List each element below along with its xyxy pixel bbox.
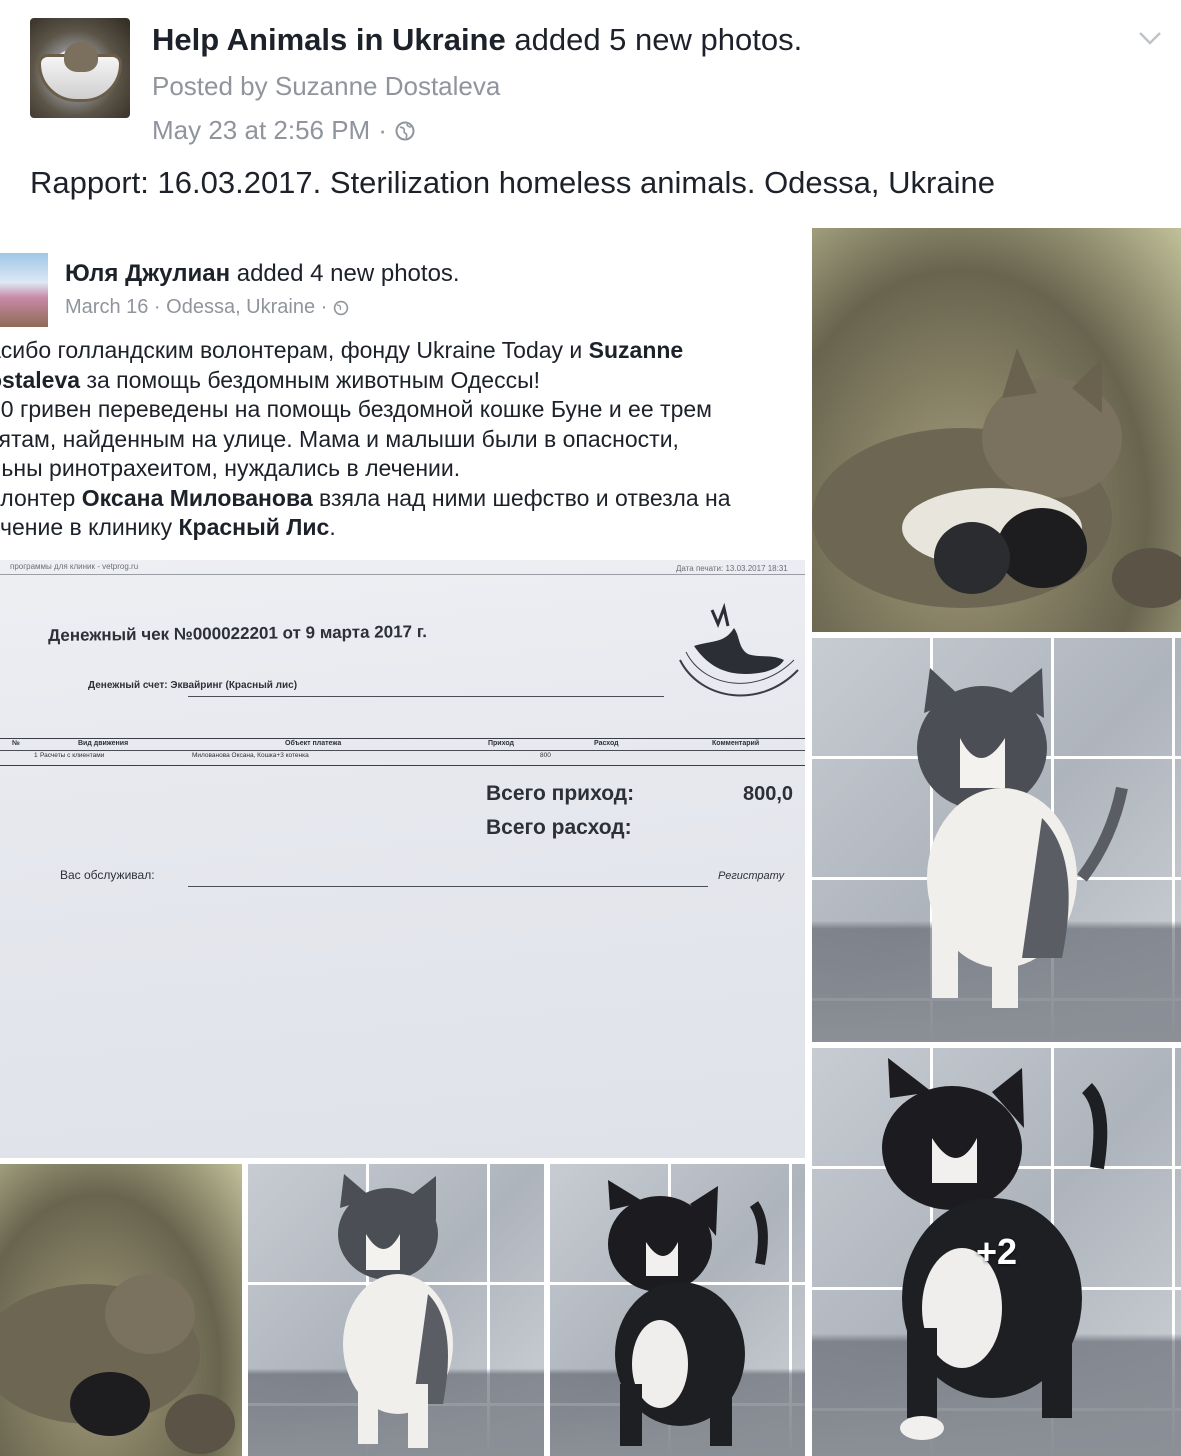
row-num: 1: [34, 752, 38, 759]
row-type: Расчеты с клиентами: [40, 752, 105, 759]
photo-cat-family-small[interactable]: [0, 1164, 242, 1456]
more-photos-count[interactable]: +2: [812, 1048, 1181, 1456]
shared-date-location: March 16 · Odessa, Ukraine ·: [65, 296, 328, 318]
col-object: Объект платежа: [285, 740, 342, 747]
clinic-logo-stamp: [679, 602, 799, 697]
served-by-label: Вас обслуживал:: [60, 868, 155, 882]
chevron-down-icon[interactable]: [1137, 28, 1163, 48]
shared-post-text: асибо голландским волонтерам, фонду Ukra…: [0, 336, 805, 543]
receipt-table-divider: [0, 750, 805, 751]
shared-text-line: ечение в клинику Красный Лис.: [0, 514, 336, 540]
total-expense-label: Всего расход:: [486, 816, 632, 839]
grey-kitten-illustration: [917, 668, 1128, 1008]
receipt-document: программы для клиник - vetprog.ru Дата п…: [0, 560, 805, 1158]
page-name-link[interactable]: Help Animals in Ukraine: [152, 22, 506, 57]
post-header: Help Animals in Ukraine added 5 new phot…: [0, 0, 1181, 220]
col-income: Приход: [488, 740, 514, 747]
post-text: Rapport: 16.03.2017. Sterilization homel…: [30, 165, 995, 200]
photo-grey-kitten-meowing[interactable]: [248, 1164, 544, 1456]
posted-by[interactable]: Posted by Suzanne Dostaleva: [152, 71, 500, 102]
total-income-label: Всего приход:: [486, 782, 635, 805]
cat-family-illustration: [812, 228, 1181, 632]
col-comment: Комментарий: [712, 740, 760, 747]
receipt-account: Денежный счет: Эквайринг (Красный лис): [88, 680, 298, 691]
photo-black-kitten-standing[interactable]: [550, 1164, 805, 1456]
post-title: Help Animals in Ukraine added 5 new phot…: [152, 22, 802, 58]
served-by-underline: [188, 886, 708, 887]
shared-text-line: асибо голландским волонтерам, фонду Ukra…: [0, 337, 684, 363]
black-kitten-standing-illustration: [608, 1180, 768, 1446]
col-expense: Расход: [594, 740, 619, 747]
shared-post-meta: March 16 · Odessa, Ukraine ·: [65, 296, 349, 319]
page-avatar[interactable]: [30, 18, 130, 118]
globe-icon: [334, 300, 349, 315]
shared-text-line: тятам, найденным на улице. Мама и малыши…: [0, 425, 679, 452]
photo-mother-cat-with-kittens[interactable]: [812, 228, 1181, 632]
post-timestamp[interactable]: May 23 at 2:56 PM: [152, 115, 370, 146]
shared-post-title: Юля Джулиан added 4 new photos.: [65, 260, 460, 288]
shared-text-line: олонтер Оксана Милованова взяла над ними…: [0, 484, 731, 511]
globe-icon[interactable]: [395, 121, 415, 141]
shared-text-line: льны ринотрахеитом, нуждались в лечении.: [0, 455, 461, 481]
shared-text-line: 00 гривен переведены на помощь бездомной…: [0, 396, 712, 422]
post-meta: May 23 at 2:56 PM ·: [152, 115, 415, 146]
meta-separator: ·: [378, 115, 387, 145]
avatar-cat-shape: [64, 42, 98, 72]
col-type: Вид движения: [78, 740, 129, 747]
photo-shared-post-screenshot[interactable]: Юля Джулиан added 4 new photos. March 16…: [0, 228, 805, 1158]
grey-kitten-meowing-illustration: [338, 1174, 453, 1448]
post-action-text: added 5 new photos.: [514, 22, 803, 57]
shared-text-line: ostaleva за помощь бездомным животным Од…: [0, 366, 540, 393]
cat-family-small-illustration: [0, 1164, 242, 1456]
shared-action-text: added 4 new photos.: [236, 260, 460, 287]
receipt-header-left: программы для клиник - vetprog.ru: [10, 562, 139, 571]
row-income: 800: [540, 752, 551, 759]
shared-author-avatar: [0, 253, 48, 327]
shared-post: Юля Джулиан added 4 new photos. March 16…: [0, 228, 805, 560]
photo-grid: Юля Джулиан added 4 new photos. March 16…: [0, 228, 1181, 1456]
registrar-label: Регистрату: [718, 870, 785, 882]
photo-black-kitten-more[interactable]: +2: [812, 1048, 1181, 1456]
shared-author-name: Юля Джулиан: [65, 260, 231, 287]
receipt-account-underline: [188, 696, 664, 697]
col-num: №: [12, 740, 20, 747]
row-object: Милованова Оксана, Кошка+3 котенка: [192, 752, 309, 759]
photo-grey-kitten-sitting[interactable]: [812, 638, 1181, 1042]
receipt-title: Денежный чек №000022201 от 9 марта 2017 …: [47, 622, 427, 645]
total-income-value: 800,0: [743, 783, 794, 805]
receipt-top-rule: [0, 574, 805, 575]
receipt-header-right: Дата печати: 13.03.2017 18:31: [676, 564, 788, 573]
